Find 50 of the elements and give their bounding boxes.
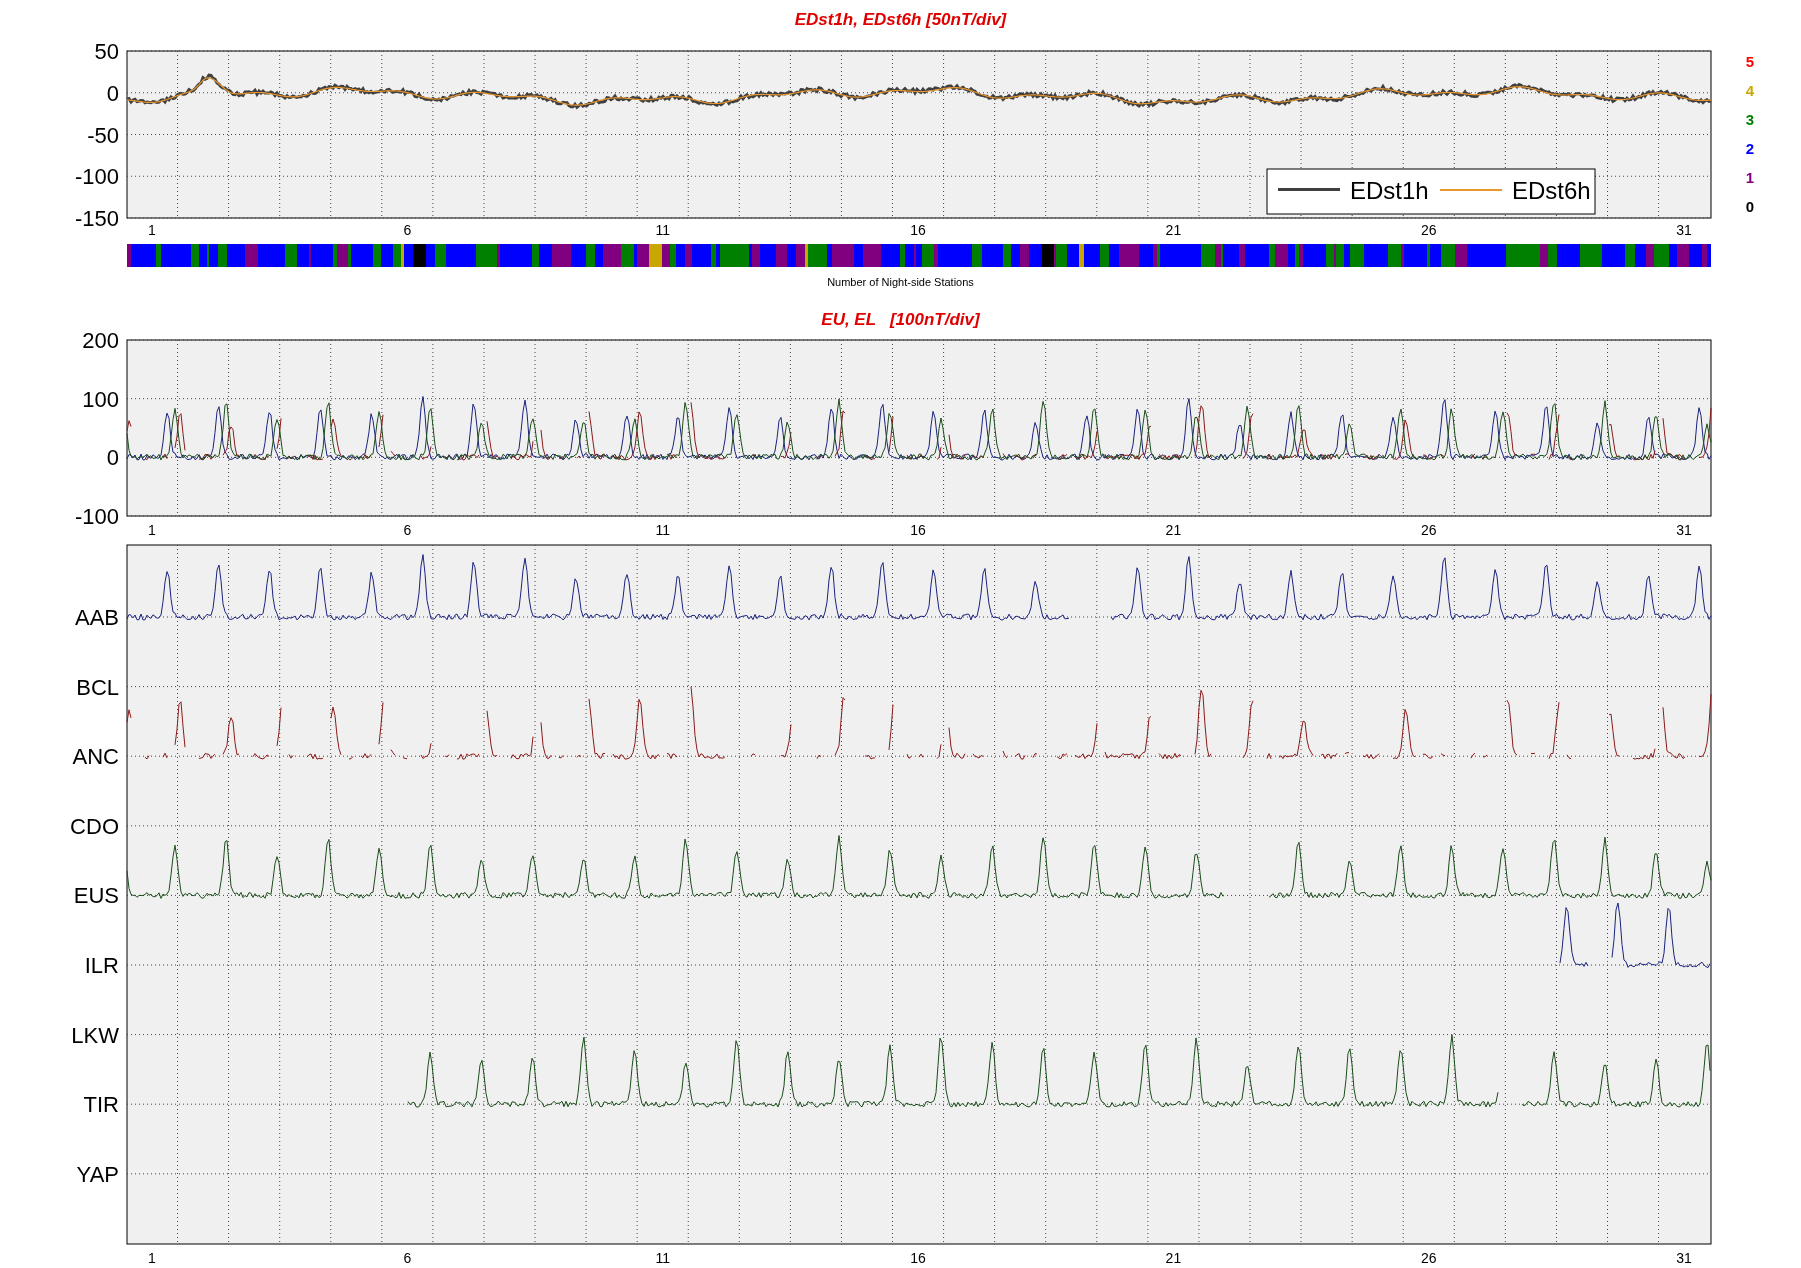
axis-tick-label: -150	[74, 206, 119, 231]
station-label: BCL	[76, 674, 119, 700]
axis-tick-label: -50	[87, 122, 119, 148]
axis-tick-label: 0	[106, 80, 119, 106]
axis-tick-label: 50	[94, 40, 119, 64]
station-label: AAB	[74, 605, 119, 630]
station-label: ANC	[72, 744, 119, 770]
legend-label: EDst6h	[1512, 177, 1591, 204]
chart-title: EU, EL [100nT/div]	[821, 309, 980, 330]
axis-tick-label: 16	[910, 222, 926, 238]
axis-tick-label: 6	[403, 1250, 412, 1266]
axis-tick-label: -100	[74, 504, 119, 529]
scale-label: 5	[1745, 53, 1755, 70]
station-label: ILR	[84, 953, 119, 978]
axis-tick-label: 16	[910, 522, 926, 538]
station-label: CDO	[70, 813, 119, 839]
scale-label: 1	[1745, 169, 1755, 186]
scale-label: 4	[1745, 82, 1755, 99]
axis-tick-label: 1	[148, 222, 156, 238]
axis-tick-label: 11	[655, 222, 670, 238]
axis-tick-label: 16	[910, 1250, 926, 1266]
axis-tick-label: 21	[1165, 222, 1182, 238]
axis-tick-label: 31	[1676, 522, 1692, 538]
axis-tick-label: 26	[1420, 1250, 1437, 1266]
axis-tick-label: 21	[1165, 1250, 1182, 1266]
axis-tick-label: 100	[82, 386, 119, 412]
bar-caption: Number of Night-side Stations	[827, 276, 974, 288]
axis-tick-label: 1	[148, 1250, 156, 1266]
axis-tick-label: 1	[148, 522, 156, 538]
station-label: LKW	[71, 1022, 119, 1048]
axis-tick-label: 11	[655, 522, 670, 538]
axis-tick-label: 31	[1676, 1250, 1692, 1266]
axis-tick-label: 31	[1676, 222, 1692, 238]
axis-tick-label: 200	[82, 330, 119, 353]
axis-tick-label: 6	[403, 222, 412, 238]
scale-label: 0	[1745, 198, 1755, 215]
station-label: EUS	[73, 883, 119, 909]
chart-title: EDst1h, EDst6h [50nT/div]	[794, 9, 1007, 31]
scale-label: 3	[1745, 111, 1755, 128]
axis-tick-label: 26	[1420, 222, 1437, 238]
station-label: YAP	[76, 1161, 119, 1187]
axis-tick-label: -100	[74, 164, 119, 190]
axis-tick-label: 11	[655, 1250, 670, 1266]
axis-tick-label: 6	[403, 522, 412, 538]
station-label: TIR	[83, 1092, 119, 1118]
scale-label: 2	[1745, 140, 1755, 157]
legend-label: EDst1h	[1350, 177, 1429, 204]
axis-tick-label: 0	[106, 445, 119, 471]
axis-tick-label: 21	[1165, 522, 1182, 538]
axis-tick-label: 26	[1420, 522, 1437, 538]
